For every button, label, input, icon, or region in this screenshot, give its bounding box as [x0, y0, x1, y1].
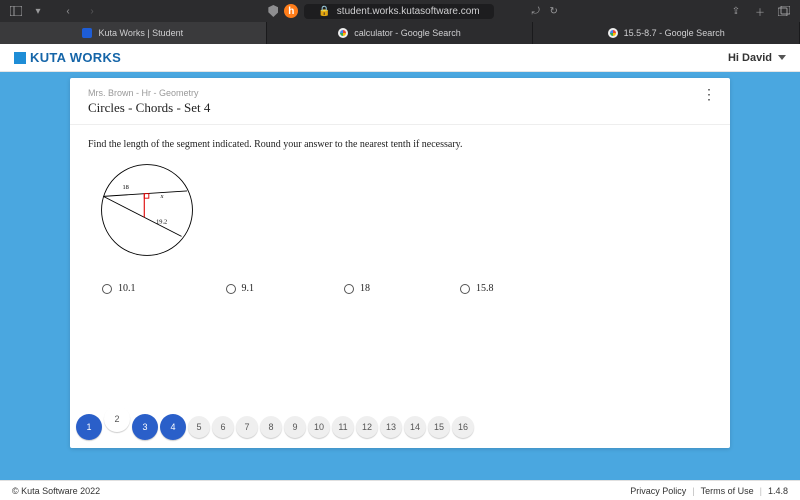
assignment-card: Mrs. Brown - Hr - Geometry Circles - Cho… — [70, 78, 730, 448]
sidebar-toggle-icon[interactable] — [10, 5, 22, 17]
favicon-icon — [608, 28, 618, 38]
back-icon[interactable]: ‹ — [62, 5, 74, 17]
more-menu-icon[interactable]: ⋮ — [702, 92, 716, 98]
pager-item[interactable]: 14 — [404, 416, 426, 438]
pager-item[interactable]: 1 — [76, 414, 102, 440]
shield-icon[interactable] — [268, 5, 278, 17]
radio-icon — [344, 284, 354, 294]
browser-toolbar: ▾ ‹ › h 🔒 student.works.kutasoftware.com… — [0, 0, 800, 22]
reader-icon[interactable]: ⤾ — [530, 5, 542, 17]
card-body: Find the length of the segment indicated… — [70, 125, 730, 294]
version-text: 1.4.8 — [768, 486, 788, 496]
pager-item[interactable]: 9 — [284, 416, 306, 438]
page-title: Circles - Chords - Set 4 — [88, 100, 712, 116]
pager-item[interactable]: 8 — [260, 416, 282, 438]
browser-chrome: ▾ ‹ › h 🔒 student.works.kutasoftware.com… — [0, 0, 800, 44]
chord2-label: 19.2 — [156, 219, 167, 226]
unknown-label: x — [160, 193, 164, 200]
geometry-figure: 18 x 19.2 — [92, 160, 202, 260]
reload-icon[interactable]: ↻ — [548, 5, 560, 17]
radio-icon — [460, 284, 470, 294]
user-greeting: Hi David — [728, 52, 772, 64]
tab-label: Kuta Works | Student — [98, 28, 183, 38]
pager-item[interactable]: 6 — [212, 416, 234, 438]
question-pager: 12345678910111213141516 — [76, 414, 474, 440]
chevron-down-icon — [778, 55, 786, 60]
browser-tab[interactable]: 15.5-8.7 - Google Search — [533, 22, 800, 44]
pager-item[interactable]: 15 — [428, 416, 450, 438]
pager-item[interactable]: 4 — [160, 414, 186, 440]
browser-tab[interactable]: Kuta Works | Student — [0, 22, 267, 44]
choice-label: 10.1 — [118, 283, 136, 294]
pager-item[interactable]: 13 — [380, 416, 402, 438]
dropdown-icon[interactable]: ▾ — [32, 5, 44, 17]
answer-choices: 10.1 9.1 18 15.8 — [102, 283, 712, 294]
app-footer: © Kuta Software 2022 Privacy Policy | Te… — [0, 480, 800, 500]
favicon-icon — [338, 28, 348, 38]
app: KUTA WORKS Hi David Mrs. Brown - Hr - Ge… — [0, 44, 800, 500]
question-prompt: Find the length of the segment indicated… — [88, 139, 712, 150]
choice-label: 9.1 — [242, 283, 255, 294]
copyright: © Kuta Software 2022 — [12, 486, 100, 496]
pager-item[interactable]: 7 — [236, 416, 258, 438]
pager-item[interactable]: 12 — [356, 416, 378, 438]
pager-item[interactable]: 10 — [308, 416, 330, 438]
radio-icon — [102, 284, 112, 294]
pager-item[interactable]: 3 — [132, 414, 158, 440]
work-area: Mrs. Brown - Hr - Geometry Circles - Cho… — [0, 72, 800, 480]
tabs-overview-icon[interactable] — [778, 5, 790, 17]
radio-icon — [226, 284, 236, 294]
brand-mark-icon — [14, 52, 26, 64]
browser-tabs: Kuta Works | Student calculator - Google … — [0, 22, 800, 44]
privacy-link[interactable]: Privacy Policy — [630, 486, 686, 496]
terms-link[interactable]: Terms of Use — [701, 486, 754, 496]
user-menu[interactable]: Hi David — [728, 52, 786, 64]
share-icon[interactable]: ⇪ — [730, 5, 742, 17]
chord1-label: 18 — [122, 184, 128, 191]
choice-label: 18 — [360, 283, 370, 294]
pager-item[interactable]: 16 — [452, 416, 474, 438]
lock-icon: 🔒 — [318, 6, 330, 17]
answer-choice[interactable]: 15.8 — [460, 283, 494, 294]
tab-label: calculator - Google Search — [354, 28, 461, 38]
tab-label: 15.5-8.7 - Google Search — [624, 28, 725, 38]
answer-choice[interactable]: 18 — [344, 283, 370, 294]
new-tab-icon[interactable]: ＋ — [754, 5, 766, 17]
breadcrumb: Mrs. Brown - Hr - Geometry — [88, 88, 712, 98]
brand-logo[interactable]: KUTA WORKS — [14, 50, 121, 65]
favicon-icon — [82, 28, 92, 38]
brand-text: KUTA WORKS — [30, 50, 121, 65]
forward-icon[interactable]: › — [86, 5, 98, 17]
card-header: Mrs. Brown - Hr - Geometry Circles - Cho… — [70, 78, 730, 125]
address-bar[interactable]: 🔒 student.works.kutasoftware.com — [304, 4, 493, 19]
choice-label: 15.8 — [476, 283, 494, 294]
pager-item[interactable]: 2 — [104, 406, 130, 432]
answer-choice[interactable]: 9.1 — [226, 283, 255, 294]
app-header: KUTA WORKS Hi David — [0, 44, 800, 72]
browser-tab[interactable]: calculator - Google Search — [267, 22, 534, 44]
answer-choice[interactable]: 10.1 — [102, 283, 136, 294]
honey-icon[interactable]: h — [284, 4, 298, 18]
url-text: student.works.kutasoftware.com — [337, 6, 480, 17]
pager-item[interactable]: 11 — [332, 416, 354, 438]
pager-item[interactable]: 5 — [188, 416, 210, 438]
